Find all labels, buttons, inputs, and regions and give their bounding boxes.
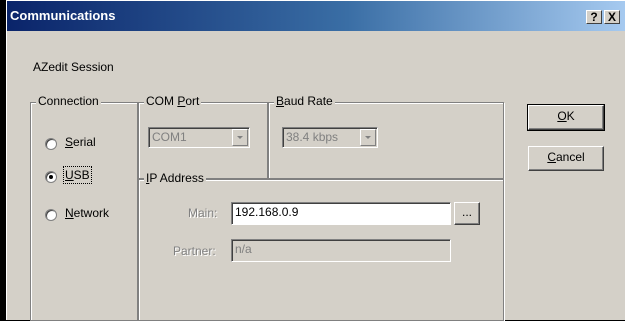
browse-button[interactable]: ... (454, 202, 480, 225)
close-button[interactable]: X (604, 10, 620, 24)
com-port-legend: COM Port (144, 94, 202, 108)
partner-ip-value: n/a (235, 242, 252, 256)
partner-label: Partner: (173, 244, 216, 258)
baud-rate-legend: Baud Rate (274, 94, 335, 108)
com-port-value: COM1 (152, 130, 187, 144)
radio-serial-label[interactable]: Serial (65, 135, 96, 149)
help-button[interactable]: ? (586, 10, 602, 24)
partner-ip-input[interactable]: n/a (231, 239, 451, 262)
ok-button[interactable]: OK (527, 104, 605, 131)
radio-network-button[interactable] (45, 209, 57, 221)
session-label: AZedit Session (33, 60, 114, 74)
radio-usb-label[interactable]: USB (63, 166, 92, 184)
title-bar[interactable]: Communications ? X (7, 1, 625, 31)
baud-rate-select[interactable]: 38.4 kbps (282, 127, 378, 148)
radio-network-label[interactable]: Network (65, 206, 109, 220)
main-label: Main: (188, 206, 218, 220)
window-title: Communications (10, 8, 116, 23)
ip-address-legend: IP Address (144, 171, 206, 185)
cancel-button[interactable]: Cancel (528, 146, 604, 171)
baud-rate-value: 38.4 kbps (286, 130, 339, 144)
com-port-dropdown-icon[interactable] (232, 129, 248, 146)
com-port-select[interactable]: COM1 (148, 127, 250, 148)
baud-rate-dropdown-icon[interactable] (360, 129, 376, 146)
radio-usb-button[interactable] (45, 171, 57, 183)
main-ip-input[interactable]: 192.168.0.9 (231, 202, 451, 225)
connection-legend: Connection (36, 94, 101, 108)
radio-serial-button[interactable] (45, 138, 57, 150)
main-ip-value: 192.168.0.9 (235, 205, 299, 219)
communications-dialog: Communications ? X AZedit Session Connec… (6, 0, 625, 321)
